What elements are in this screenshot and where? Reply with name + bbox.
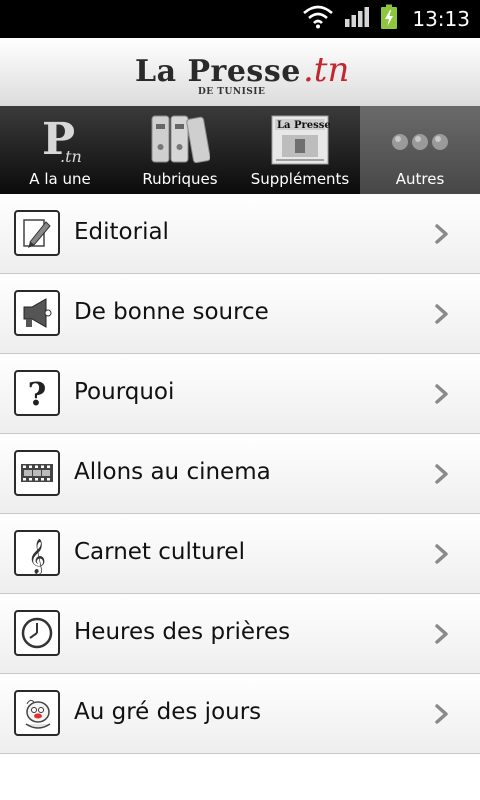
- list-item-label: Au gré des jours: [74, 699, 262, 725]
- svg-text:?: ?: [28, 375, 47, 413]
- cartoon-character-icon: [14, 690, 60, 736]
- svg-text:.tn: .tn: [60, 147, 82, 166]
- list-item-label: Carnet culturel: [74, 539, 245, 565]
- chevron-right-icon: [432, 383, 452, 405]
- svg-text:La Presse: La Presse: [277, 120, 330, 131]
- chevron-right-icon: [432, 303, 452, 325]
- chevron-right-icon: [432, 623, 452, 645]
- question-icon: ?: [14, 370, 60, 416]
- status-bar: 13:13: [0, 0, 480, 38]
- signal-icon: [344, 6, 370, 32]
- film-icon: [14, 450, 60, 496]
- list-item-heures-des-prieres[interactable]: Heures des prières: [0, 594, 480, 674]
- logo-main-text: La Presse: [135, 54, 301, 89]
- la-presse-p-logo-icon: P .tn: [30, 114, 90, 166]
- tab-supplements[interactable]: La Presse Suppléments: [240, 106, 360, 194]
- tab-label: A la une: [29, 170, 91, 188]
- list-item-carnet-culturel[interactable]: 𝄞 Carnet culturel: [0, 514, 480, 594]
- tab-label: Rubriques: [142, 170, 218, 188]
- app-logo: La Presse .tn DE TUNISIE: [135, 50, 349, 98]
- megaphone-icon: [14, 290, 60, 336]
- chevron-right-icon: [432, 543, 452, 565]
- tab-label: Autres: [395, 170, 445, 188]
- list-item-de-bonne-source[interactable]: De bonne source: [0, 274, 480, 354]
- tab-rubriques[interactable]: Rubriques: [120, 106, 240, 194]
- list-item-label: Editorial: [74, 219, 169, 245]
- tab-label: Suppléments: [250, 170, 350, 188]
- list-item-label: Pourquoi: [74, 379, 175, 405]
- more-dots-icon: [390, 114, 450, 166]
- newspaper-icon: La Presse: [270, 114, 331, 166]
- chevron-right-icon: [432, 703, 452, 725]
- battery-charging-icon: [380, 4, 398, 34]
- list-item-pourquoi[interactable]: ? Pourquoi: [0, 354, 480, 434]
- app-header: La Presse .tn DE TUNISIE: [0, 38, 480, 107]
- tab-bar: P .tn A la une Rubriques La Presse Suppl…: [0, 106, 480, 194]
- menu-list: Editorial De bonne source ? Pourquoi All…: [0, 194, 480, 754]
- clock-icon: [14, 610, 60, 656]
- tab-a-la-une[interactable]: P .tn A la une: [0, 106, 120, 194]
- wifi-icon: [302, 5, 334, 33]
- treble-clef-icon: 𝄞: [14, 530, 60, 576]
- svg-text:𝄞: 𝄞: [28, 539, 46, 574]
- logo-sub-text: DE TUNISIE: [198, 87, 266, 97]
- binders-icon: [150, 114, 211, 166]
- list-item-editorial[interactable]: Editorial: [0, 194, 480, 274]
- list-item-au-gre-des-jours[interactable]: Au gré des jours: [0, 674, 480, 754]
- pen-icon: [14, 210, 60, 256]
- list-item-label: Heures des prières: [74, 619, 291, 645]
- list-item-allons-au-cinema[interactable]: Allons au cinema: [0, 434, 480, 514]
- status-time: 13:13: [412, 7, 470, 31]
- chevron-right-icon: [432, 223, 452, 245]
- list-item-label: Allons au cinema: [74, 459, 271, 485]
- list-item-label: De bonne source: [74, 299, 269, 325]
- logo-suffix-text: .tn: [303, 50, 350, 90]
- tab-autres[interactable]: Autres: [360, 106, 480, 194]
- chevron-right-icon: [432, 463, 452, 485]
